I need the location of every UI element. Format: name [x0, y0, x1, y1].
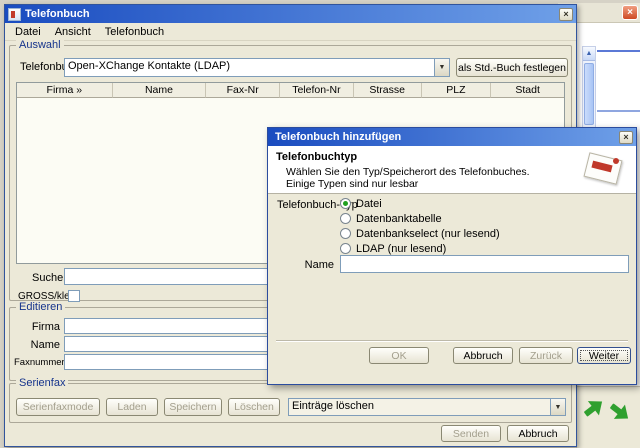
column-header-strasse[interactable]: Strasse [353, 83, 422, 98]
zurueck-button: Zurück [519, 347, 573, 364]
background-separator-line [597, 110, 640, 112]
serienfaxmode-button: Serienfaxmode [16, 398, 100, 416]
radio-datei-label: Datei [356, 197, 382, 210]
radio-circle[interactable] [340, 213, 351, 224]
radio-datei[interactable]: Datei [340, 197, 382, 210]
senden-button: Senden [441, 425, 501, 442]
group-serienfax-legend: Serienfax [16, 377, 69, 389]
dialog-header-title: Telefonbuchtyp [276, 151, 358, 163]
abbruch-button[interactable]: Abbruch [507, 425, 569, 442]
menu-item-ansicht[interactable]: Ansicht [49, 25, 97, 39]
ok-button: OK [369, 347, 429, 364]
desktop-close-button[interactable]: × [622, 5, 638, 20]
firma-label: Firma [31, 321, 60, 333]
menu-item-datei[interactable]: Datei [9, 25, 47, 39]
group-editieren-legend: Editieren [16, 301, 66, 313]
radio-circle[interactable] [340, 198, 351, 209]
background-bottom-panel [576, 386, 640, 448]
green-arrow-down-icon[interactable] [605, 398, 636, 429]
table-header-row: Firma » Name Fax-Nr Telefon-Nr Strasse P… [17, 83, 565, 98]
faxnummer-label: Faxnummer [14, 357, 65, 368]
dialog-name-input[interactable] [340, 255, 629, 273]
radio-datenbanktabelle-label: Datenbanktabelle [356, 212, 442, 225]
dialog-separator [276, 340, 628, 342]
phonebook-wizard-icon [582, 149, 626, 189]
group-auswahl-legend: Auswahl [16, 39, 64, 51]
telefonbuch-window-icon [8, 7, 21, 21]
eintraege-loeschen-combo[interactable]: Einträge löschen ▼ [288, 398, 566, 416]
dialog-name-label: Name [304, 259, 334, 271]
menubar: Datei Ansicht Telefonbuch [5, 23, 576, 41]
telefonbuch-combo[interactable]: Open-XChange Kontakte (LDAP) ▼ [64, 58, 450, 77]
desktop: × × ▲ ▼ Telefonbuch × Datei Ansicht Tele… [0, 0, 640, 448]
radio-circle[interactable] [340, 243, 351, 254]
radio-ldap[interactable]: LDAP (nur lesend) [340, 242, 446, 255]
std-buch-button[interactable]: als Std.-Buch festlegen [456, 58, 568, 77]
column-header-fax[interactable]: Fax-Nr [206, 83, 281, 98]
gross-klein-checkbox[interactable] [68, 290, 80, 302]
radio-ldap-label: LDAP (nur lesend) [356, 242, 447, 255]
column-header-stadt[interactable]: Stadt [491, 83, 565, 98]
main-titlebar: Telefonbuch × [5, 5, 576, 23]
dialog-titlebar: Telefonbuch hinzufügen × [268, 128, 636, 146]
eintraege-loeschen-value: Einträge löschen [292, 400, 374, 412]
dialog-title: Telefonbuch hinzufügen [275, 131, 402, 143]
weiter-button[interactable]: Weiter [577, 347, 631, 364]
chevron-down-icon[interactable]: ▼ [434, 59, 449, 76]
main-close-button[interactable]: × [559, 7, 573, 21]
dialog-abbruch-button[interactable]: Abbruch [453, 347, 513, 364]
scroll-up-icon[interactable]: ▲ [583, 47, 595, 61]
add-phonebook-dialog: Telefonbuch hinzufügen × Telefonbuchtyp … [267, 127, 637, 385]
telefonbuch-combo-value: Open-XChange Kontakte (LDAP) [68, 60, 231, 72]
radio-datenbankselect[interactable]: Datenbankselect (nur lesend) [340, 227, 500, 240]
radio-circle[interactable] [340, 228, 351, 239]
group-serienfax: Serienfax Serienfaxmode Laden Speichern … [9, 377, 572, 423]
name-label: Name [30, 339, 60, 351]
dialog-header-line2: Einige Typen sind nur lesbar [286, 178, 419, 190]
background-separator-line [597, 50, 640, 52]
loeschen-button: Löschen [228, 398, 280, 416]
column-header-plz[interactable]: PLZ [421, 83, 492, 98]
scrollbar-thumb[interactable] [584, 63, 594, 125]
dialog-close-button[interactable]: × [619, 130, 633, 144]
laden-button: Laden [106, 398, 158, 416]
window-title: Telefonbuch [25, 8, 90, 20]
dialog-header-line1: Wählen Sie den Typ/Speicherort des Telef… [286, 166, 530, 178]
column-header-firma[interactable]: Firma » [17, 83, 113, 98]
speichern-button: Speichern [164, 398, 222, 416]
column-header-name[interactable]: Name [112, 83, 207, 98]
dialog-header: Telefonbuchtyp Wählen Sie den Typ/Speich… [268, 146, 636, 194]
menu-item-telefonbuch[interactable]: Telefonbuch [99, 25, 170, 39]
radio-datenbanktabelle[interactable]: Datenbanktabelle [340, 212, 442, 225]
chevron-down-icon[interactable]: ▼ [550, 399, 565, 415]
radio-datenbankselect-label: Datenbankselect (nur lesend) [356, 227, 500, 240]
column-header-telefon[interactable]: Telefon-Nr [280, 83, 354, 98]
green-arrow-up-icon[interactable] [579, 392, 610, 423]
